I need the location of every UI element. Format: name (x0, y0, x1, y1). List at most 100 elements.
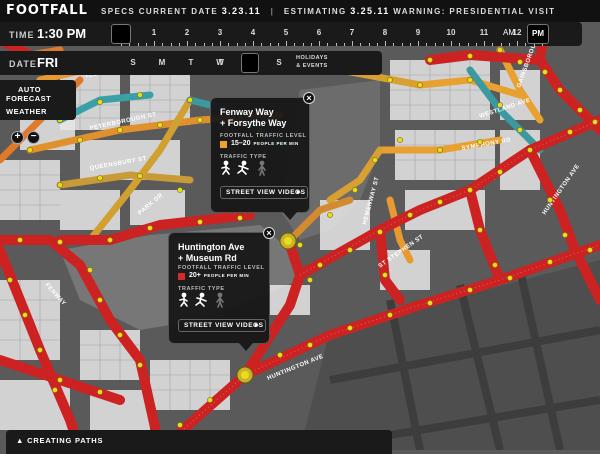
creating-paths-panel[interactable]: ▲ CREATING PATHS (6, 430, 392, 454)
day-option[interactable]: S (276, 58, 281, 67)
sensor-marker[interactable] (137, 173, 143, 179)
sensor-marker[interactable] (517, 127, 523, 133)
sensor-marker[interactable] (177, 187, 183, 193)
sensor-marker[interactable] (137, 92, 143, 98)
sensor-marker[interactable] (137, 362, 143, 368)
pm-toggle[interactable]: PM (527, 24, 549, 44)
sensor-marker[interactable] (177, 422, 183, 428)
status-separator: | (270, 7, 275, 16)
date-value: FRI (37, 55, 58, 70)
sensor-marker[interactable] (297, 242, 303, 248)
time-tick (261, 43, 263, 46)
sensor-marker[interactable] (497, 102, 503, 108)
sensor-marker[interactable] (527, 147, 533, 153)
popup-title-line2: + Forsythe Way (220, 118, 287, 128)
sensor-marker[interactable] (507, 275, 513, 281)
street-view-videos-button[interactable]: STREET VIEW VIDEOS (178, 319, 266, 332)
holidays-events-button[interactable]: HOLIDAYS & EVENTS (296, 54, 328, 70)
sensor-marker[interactable] (97, 389, 103, 395)
sensor-marker[interactable] (417, 82, 423, 88)
sensor-marker[interactable] (77, 137, 83, 143)
sensor-marker[interactable] (197, 219, 203, 225)
time-tick (335, 43, 337, 46)
sensor-marker[interactable] (557, 87, 563, 93)
close-icon[interactable]: × (303, 92, 315, 104)
sensor-marker[interactable] (207, 397, 213, 403)
sensor-marker[interactable] (437, 147, 443, 153)
sensor-marker[interactable] (397, 137, 403, 143)
time-slider-handle[interactable] (111, 24, 131, 44)
sensor-marker[interactable] (467, 53, 473, 59)
sensor-marker[interactable] (187, 97, 193, 103)
sensor-marker[interactable] (347, 247, 353, 253)
am-toggle[interactable]: AM (498, 24, 520, 44)
sensor-marker[interactable] (547, 259, 553, 265)
date-label: DATE (9, 59, 37, 69)
sensor-marker[interactable] (107, 237, 113, 243)
zoom-in-button[interactable]: + (11, 131, 24, 144)
sensor-marker[interactable] (307, 277, 313, 283)
sensor-marker[interactable] (407, 212, 413, 218)
auto-forecast-panel[interactable]: AUTO FORECAST WEATHER (0, 80, 76, 120)
sensor-marker[interactable] (577, 107, 583, 113)
sensor-marker[interactable] (497, 47, 503, 53)
sensor-marker[interactable] (562, 232, 568, 238)
sensor-marker[interactable] (27, 147, 33, 153)
day-option[interactable]: S (130, 58, 135, 67)
sensor-marker[interactable] (22, 312, 28, 318)
sensor-marker[interactable] (592, 119, 598, 125)
sensor-marker[interactable] (477, 139, 483, 145)
sensor-marker[interactable] (542, 69, 548, 75)
sensor-marker[interactable] (52, 387, 58, 393)
day-option[interactable]: T (189, 58, 194, 67)
day-option[interactable]: M (159, 58, 166, 67)
sensor-marker[interactable] (372, 157, 378, 163)
time-scale[interactable]: 12123456789101112 (100, 22, 558, 46)
sensor-marker[interactable] (517, 59, 523, 65)
sensor-marker[interactable] (427, 300, 433, 306)
sensor-marker[interactable] (17, 237, 23, 243)
sensor-marker[interactable] (327, 212, 333, 218)
close-icon[interactable]: × (263, 227, 275, 239)
day-slider-handle[interactable] (241, 53, 259, 73)
sensor-marker[interactable] (57, 239, 63, 245)
sensor-marker[interactable] (377, 229, 383, 235)
sensor-marker[interactable] (237, 215, 243, 221)
sensor-marker[interactable] (307, 342, 313, 348)
sensor-marker[interactable] (467, 187, 473, 193)
sensor-marker[interactable] (567, 129, 573, 135)
sensor-marker[interactable] (157, 122, 163, 128)
sensor-marker[interactable] (387, 77, 393, 83)
sensor-marker[interactable] (97, 297, 103, 303)
sensor-marker[interactable] (587, 247, 593, 253)
time-tick (286, 41, 287, 46)
sensor-marker[interactable] (57, 377, 63, 383)
sensor-marker[interactable] (97, 99, 103, 105)
sensor-marker[interactable] (547, 197, 553, 203)
sensor-marker[interactable] (147, 225, 153, 231)
sensor-marker[interactable] (57, 182, 63, 188)
sensor-marker[interactable] (387, 312, 393, 318)
sensor-marker[interactable] (352, 187, 358, 193)
sensor-marker[interactable] (87, 267, 93, 273)
zoom-out-button[interactable]: − (27, 131, 40, 144)
sensor-marker[interactable] (467, 77, 473, 83)
sensor-marker[interactable] (477, 227, 483, 233)
sensor-marker[interactable] (97, 175, 103, 181)
sensor-marker[interactable] (382, 272, 388, 278)
sensor-marker[interactable] (427, 57, 433, 63)
sensor-marker[interactable] (437, 199, 443, 205)
day-option[interactable]: T (219, 58, 224, 67)
sensor-marker[interactable] (37, 347, 43, 353)
sensor-marker[interactable] (197, 117, 203, 123)
street-view-videos-button[interactable]: STREET VIEW VIDEOS (220, 186, 308, 199)
sensor-marker[interactable] (347, 325, 353, 331)
sensor-marker[interactable] (497, 169, 503, 175)
sensor-marker[interactable] (492, 262, 498, 268)
sensor-marker[interactable] (467, 287, 473, 293)
sensor-marker[interactable] (117, 127, 123, 133)
sensor-marker[interactable] (117, 332, 123, 338)
sensor-marker[interactable] (7, 277, 13, 283)
sensor-marker[interactable] (277, 352, 283, 358)
sensor-marker[interactable] (317, 262, 323, 268)
